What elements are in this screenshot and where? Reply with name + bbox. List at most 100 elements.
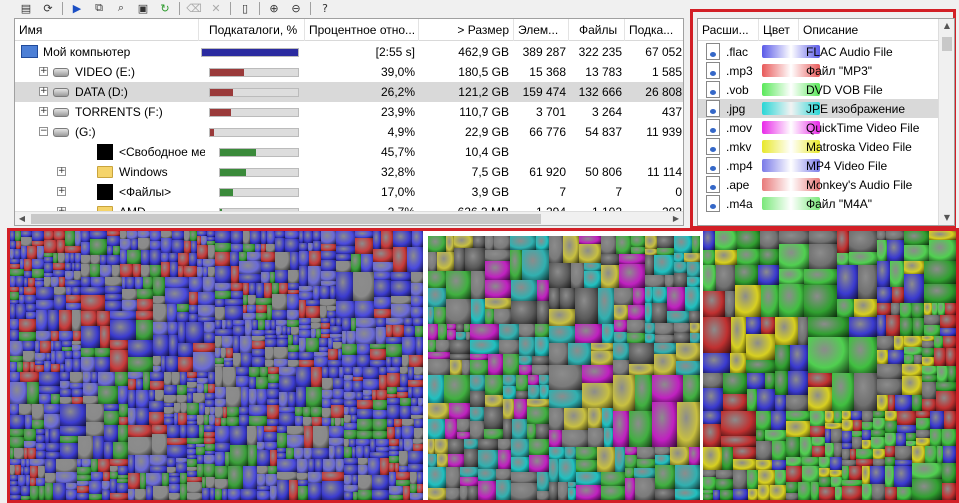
treemap-tile[interactable] bbox=[161, 231, 172, 238]
extension-list[interactable]: Расши... Цвет Описание .flac FLAC Audio F… bbox=[697, 18, 955, 226]
treemap-tile[interactable] bbox=[190, 231, 197, 241]
treemap-tile[interactable] bbox=[942, 483, 956, 500]
treemap-tile[interactable] bbox=[230, 445, 248, 466]
treemap-tile[interactable] bbox=[735, 285, 761, 317]
treemap-tile[interactable] bbox=[296, 367, 311, 387]
treemap-tile[interactable] bbox=[215, 466, 228, 479]
treemap-tile[interactable] bbox=[289, 480, 298, 500]
treemap-tile[interactable] bbox=[408, 451, 423, 464]
treemap-tile[interactable] bbox=[45, 473, 56, 483]
treemap-tile[interactable] bbox=[60, 404, 86, 426]
treemap-tile[interactable] bbox=[19, 404, 32, 415]
treemap-tile[interactable] bbox=[549, 236, 563, 263]
treemap-tile[interactable] bbox=[59, 310, 72, 331]
treemap-tile[interactable] bbox=[428, 375, 444, 403]
treemap-tile[interactable] bbox=[10, 429, 24, 437]
treemap-tile[interactable] bbox=[885, 433, 896, 446]
treemap-tile[interactable] bbox=[135, 455, 150, 473]
treemap-tile[interactable] bbox=[356, 439, 370, 446]
treemap-tile[interactable] bbox=[303, 407, 311, 417]
treemap-tile[interactable] bbox=[916, 418, 930, 430]
treemap-tile[interactable] bbox=[485, 298, 511, 309]
treemap-tile[interactable] bbox=[757, 389, 775, 411]
treemap-tile[interactable] bbox=[110, 472, 118, 479]
treemap-tile[interactable] bbox=[535, 337, 549, 356]
treemap-tile[interactable] bbox=[247, 305, 256, 313]
treemap-tile[interactable] bbox=[74, 271, 81, 280]
treemap-tile[interactable] bbox=[239, 261, 261, 274]
treemap-tile[interactable] bbox=[537, 472, 549, 491]
treemap-tile[interactable] bbox=[873, 459, 885, 466]
treemap-tile[interactable] bbox=[503, 354, 519, 375]
treemap-tile[interactable] bbox=[267, 405, 279, 419]
treemap-tile[interactable] bbox=[153, 322, 168, 335]
treemap-tile[interactable] bbox=[161, 253, 169, 262]
treemap-tile[interactable] bbox=[19, 332, 36, 341]
treemap-tile[interactable] bbox=[267, 231, 275, 244]
treemap-tile[interactable] bbox=[387, 398, 400, 405]
treemap-tile[interactable] bbox=[713, 490, 720, 500]
treemap-tile[interactable] bbox=[44, 277, 51, 287]
treemap-tile[interactable] bbox=[516, 375, 528, 391]
treemap-tile[interactable] bbox=[733, 459, 756, 470]
treemap-tile[interactable] bbox=[70, 372, 83, 383]
treemap-tile[interactable] bbox=[72, 389, 83, 397]
treemap-tile[interactable] bbox=[357, 431, 373, 439]
treemap-tile[interactable] bbox=[456, 332, 466, 340]
treemap-tile[interactable] bbox=[312, 417, 322, 426]
treemap-tile[interactable] bbox=[287, 426, 304, 435]
treemap-tile[interactable] bbox=[184, 241, 191, 253]
treemap-tile[interactable] bbox=[77, 467, 91, 475]
treemap-tile[interactable] bbox=[924, 315, 940, 325]
treemap-tile[interactable] bbox=[849, 317, 877, 337]
treemap-tile[interactable] bbox=[529, 439, 549, 455]
treemap-tile[interactable] bbox=[428, 419, 445, 439]
treemap-tile[interactable] bbox=[223, 367, 236, 387]
treemap-tile[interactable] bbox=[103, 472, 110, 481]
treemap-tile[interactable] bbox=[311, 367, 322, 387]
treemap-tile[interactable] bbox=[685, 287, 700, 311]
treemap-tile[interactable] bbox=[885, 421, 897, 433]
treemap-tile[interactable] bbox=[344, 430, 357, 439]
treemap-tile[interactable] bbox=[66, 483, 77, 490]
treemap-tile[interactable] bbox=[888, 395, 895, 411]
treemap-tile[interactable] bbox=[716, 470, 733, 479]
treemap-tile[interactable] bbox=[716, 265, 735, 291]
treemap-tile[interactable] bbox=[136, 320, 153, 340]
treemap-tile[interactable] bbox=[261, 262, 275, 272]
treemap-tile[interactable] bbox=[473, 236, 485, 248]
treemap-tile[interactable] bbox=[225, 299, 243, 306]
treemap-tile[interactable] bbox=[298, 486, 308, 500]
treemap-tile[interactable] bbox=[78, 436, 93, 459]
treemap-tile[interactable] bbox=[837, 253, 849, 265]
treemap-tile[interactable] bbox=[772, 441, 786, 460]
treemap-tile[interactable] bbox=[582, 383, 613, 408]
treemap-tile[interactable] bbox=[60, 426, 86, 436]
treemap-tile[interactable] bbox=[856, 449, 873, 459]
treemap-tile[interactable] bbox=[113, 442, 128, 459]
treemap-tile[interactable] bbox=[676, 361, 700, 375]
treemap-tile[interactable] bbox=[265, 360, 274, 367]
treemap-tile[interactable] bbox=[496, 480, 511, 500]
treemap-tile[interactable] bbox=[819, 468, 830, 477]
treemap-tile[interactable] bbox=[447, 330, 456, 340]
treemap-tile[interactable] bbox=[689, 311, 700, 323]
treemap-tile[interactable] bbox=[655, 465, 675, 489]
treemap-tile[interactable] bbox=[571, 263, 584, 288]
treemap-tile[interactable] bbox=[562, 430, 588, 447]
treemap-tile[interactable] bbox=[81, 277, 91, 287]
treemap-tile[interactable] bbox=[877, 303, 891, 315]
treemap-tile[interactable] bbox=[645, 275, 665, 287]
treemap-tile[interactable] bbox=[81, 231, 90, 242]
treemap-tile[interactable] bbox=[904, 274, 924, 303]
treemap-tile[interactable] bbox=[786, 493, 798, 500]
treemap-tile[interactable] bbox=[937, 366, 948, 382]
treemap-tile[interactable] bbox=[347, 331, 356, 344]
treemap-tile[interactable] bbox=[930, 429, 942, 446]
treemap-tile[interactable] bbox=[409, 355, 423, 367]
treemap-tile[interactable] bbox=[416, 337, 423, 355]
treemap-tile[interactable] bbox=[193, 393, 205, 403]
treemap-tile[interactable] bbox=[887, 240, 904, 261]
treemap-tile[interactable] bbox=[120, 231, 127, 239]
treemap-tile[interactable] bbox=[230, 252, 239, 266]
